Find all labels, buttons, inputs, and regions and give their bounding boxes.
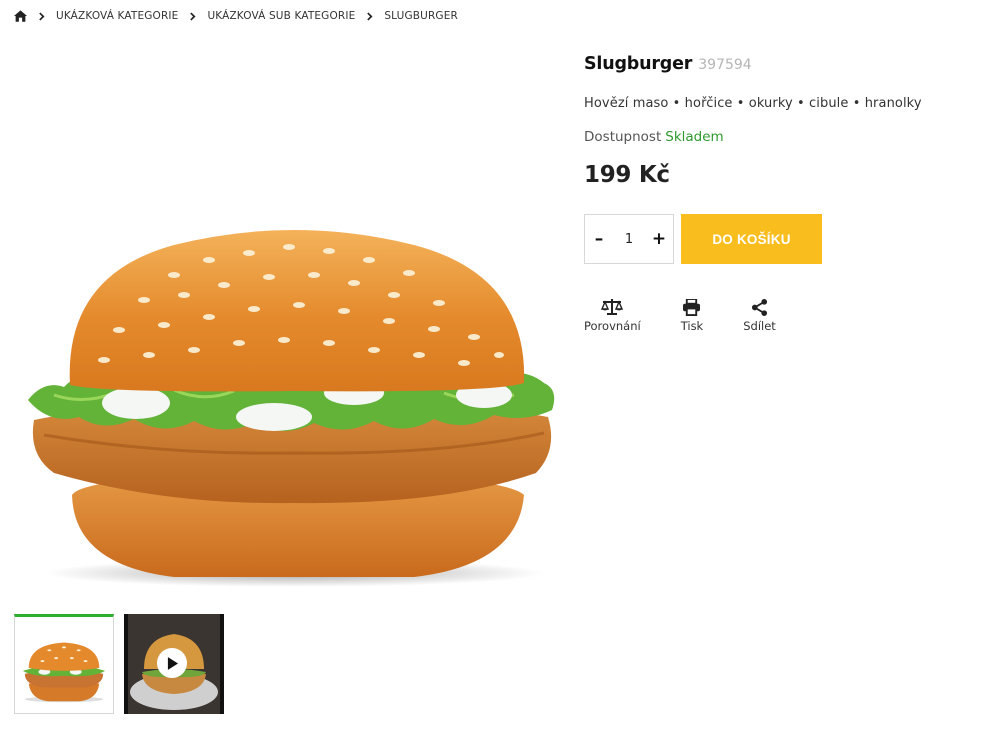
product-code: 397594 [698, 57, 752, 73]
quantity-decrease-button[interactable]: – [591, 229, 607, 249]
compare-label: Porovnání [584, 319, 641, 333]
balance-scale-icon [601, 297, 624, 317]
quantity-input[interactable] [614, 231, 644, 247]
play-icon[interactable] [157, 648, 187, 678]
product-price: 199 Kč [584, 162, 670, 188]
product-actions: Porovnání Tisk Sdílet [584, 297, 776, 333]
availability: Dostupnost Skladem [584, 129, 724, 145]
product-title-row: Slugburger 397594 [584, 54, 752, 74]
availability-label: Dostupnost [584, 129, 662, 145]
breadcrumb-item-subcategory[interactable]: UKÁZKOVÁ SUB KATEGORIE [207, 10, 355, 22]
print-button[interactable]: Tisk [680, 297, 704, 333]
product-title: Slugburger [584, 54, 693, 74]
compare-button[interactable]: Porovnání [584, 297, 641, 333]
home-icon[interactable] [14, 9, 27, 23]
breadcrumb-current: SLUGBURGER [384, 10, 458, 22]
product-ingredients: Hovězí maso • hořčice • okurky • cibule … [584, 96, 922, 111]
share-label: Sdílet [743, 319, 776, 333]
chevron-right-icon [190, 11, 197, 21]
thumbnail-image-active[interactable] [14, 614, 114, 714]
add-to-cart-button[interactable]: DO KOŠÍKU [681, 214, 822, 264]
printer-icon [681, 297, 703, 317]
availability-status: Skladem [665, 129, 724, 145]
breadcrumb: UKÁZKOVÁ KATEGORIE UKÁZKOVÁ SUB KATEGORI… [14, 8, 458, 24]
chevron-right-icon [367, 11, 374, 21]
product-main-image[interactable] [24, 205, 560, 605]
quantity-increase-button[interactable]: + [651, 229, 667, 249]
share-icon [749, 297, 771, 317]
quantity-stepper: – + [584, 214, 674, 264]
breadcrumb-item-category[interactable]: UKÁZKOVÁ KATEGORIE [56, 10, 178, 22]
print-label: Tisk [680, 319, 704, 333]
share-button[interactable]: Sdílet [743, 297, 776, 333]
chevron-right-icon [39, 11, 46, 21]
thumbnail-video[interactable] [124, 614, 224, 714]
